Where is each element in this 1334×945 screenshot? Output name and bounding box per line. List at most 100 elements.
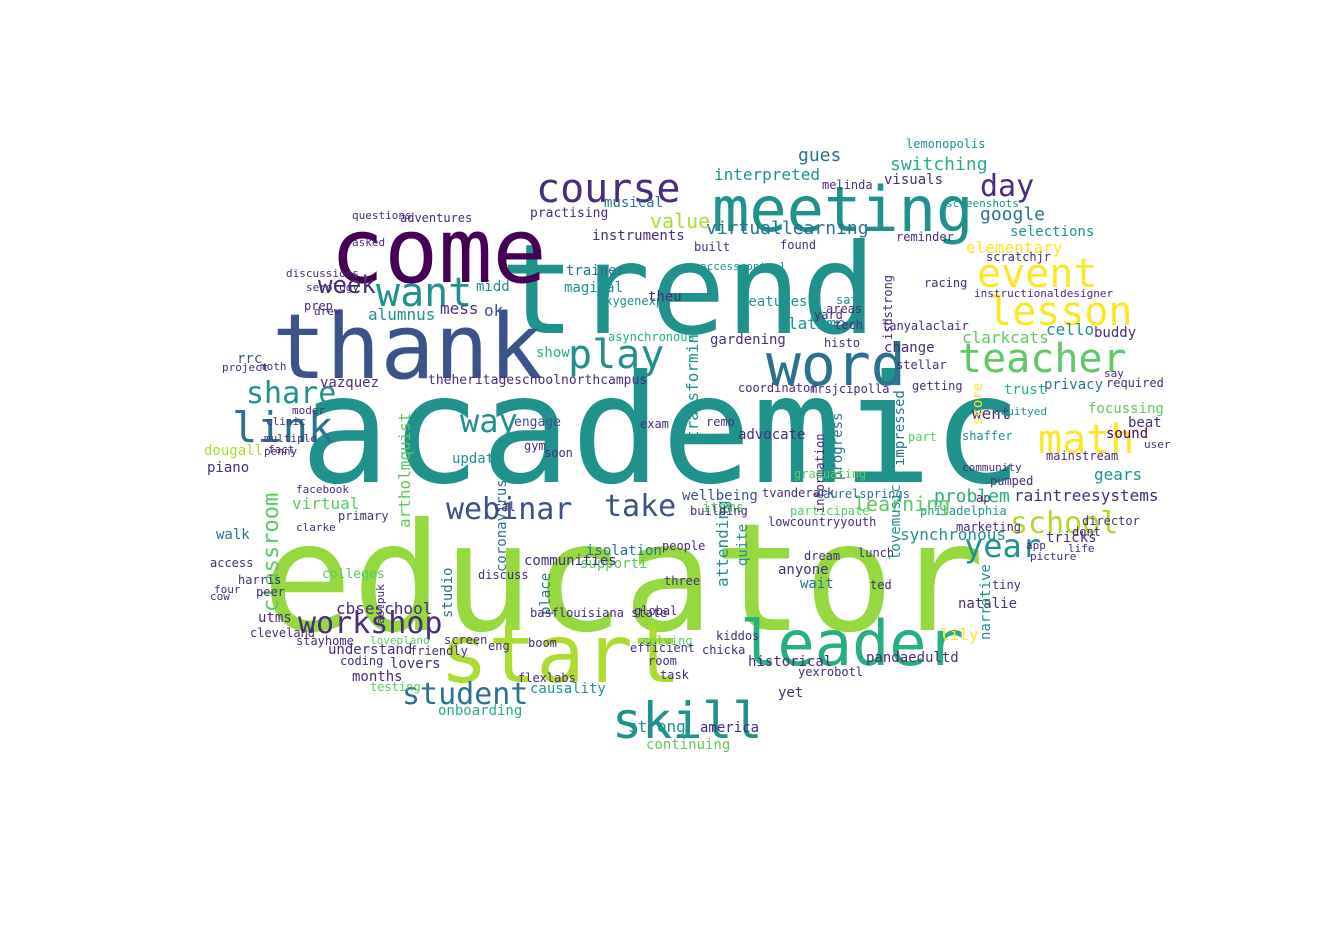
word-moder: moder xyxy=(292,404,325,417)
word-marketing: marketing xyxy=(956,520,1021,534)
word-gym: gym xyxy=(524,439,546,453)
word-found: found xyxy=(780,238,816,252)
word-screenshots: screenshots xyxy=(946,197,1019,210)
word-primary: primary xyxy=(338,509,389,523)
word-gues: gues xyxy=(798,145,841,166)
word-alumnus: alumnus xyxy=(368,305,435,324)
word-walk: walk xyxy=(216,527,250,543)
word-buddy: buddy xyxy=(1094,325,1136,341)
word-trainer: trainer xyxy=(566,263,625,279)
word-lunch: lunch xyxy=(858,546,894,560)
word-dougall: dougall xyxy=(204,443,263,459)
word-flexlabs: flexlabs xyxy=(518,671,576,685)
word-coronavirus: coronavirus xyxy=(494,479,510,572)
word-theu: theu xyxy=(648,289,682,305)
word-prep: prep xyxy=(304,299,333,313)
word-remo: remo xyxy=(706,415,735,429)
word-discuss: discuss xyxy=(478,568,529,582)
word-show: show xyxy=(536,345,570,361)
word-graduating: graduating xyxy=(794,467,866,481)
word-cow: cow xyxy=(210,590,230,603)
word-sound: sound xyxy=(1106,426,1148,442)
word-moth: moth xyxy=(260,360,287,373)
word-privacy: privacy xyxy=(1044,377,1103,393)
word-gardening: gardening xyxy=(710,332,786,348)
word-lovers: lovers xyxy=(390,656,441,672)
word-user: user xyxy=(1144,438,1171,451)
word-questions: questions xyxy=(352,209,412,222)
word-exam: exam xyxy=(640,417,669,431)
word-histo: histo xyxy=(824,336,860,350)
word-cloud: academiceducatortrendcomethankstartmeeti… xyxy=(204,137,1171,753)
word-soon: soon xyxy=(544,446,573,460)
word-chicka: chicka xyxy=(702,643,745,657)
word-artholmquist: artholmquist xyxy=(395,412,414,528)
word-midd: midd xyxy=(476,279,510,295)
word-ted: ted xyxy=(870,578,892,592)
word-coding: coding xyxy=(340,654,383,668)
word-update: update xyxy=(452,451,503,467)
word-virtuallearning: virtuallearning xyxy=(706,218,869,239)
word-change: change xyxy=(884,340,935,356)
word-score: score xyxy=(970,383,986,425)
word-ok: ok xyxy=(484,301,504,320)
word-loveplano: loveplano xyxy=(370,634,430,647)
word-cal: cal xyxy=(494,500,516,514)
word-tiny: tiny xyxy=(992,578,1021,592)
word-communities: communities xyxy=(524,553,617,569)
word-building: building xyxy=(690,504,748,518)
word-stayhome: stayhome xyxy=(296,634,354,648)
word-equityed: equityed xyxy=(994,405,1047,418)
word-reminder: reminder xyxy=(896,230,954,244)
word-say: say xyxy=(1104,367,1124,380)
word-studio: studio xyxy=(440,567,456,618)
word-piano: piano xyxy=(207,460,249,476)
word-stellar: stellar xyxy=(896,358,947,372)
word-laurelsprings: laurelsprings xyxy=(816,487,910,501)
word-kiddos: kiddos xyxy=(716,629,759,643)
word-way: way xyxy=(460,402,518,440)
word-mainstream: mainstream xyxy=(1046,449,1118,463)
word-utms: utms xyxy=(258,610,292,626)
word-mess: mess xyxy=(440,299,479,318)
word-visuals: visuals xyxy=(884,172,943,188)
word-peer: peer xyxy=(256,585,285,599)
word-accesscontrol: accesscontrol xyxy=(700,260,786,273)
word-asked: asked xyxy=(352,236,385,249)
word-yet: yet xyxy=(778,685,803,701)
word-asynchronous: asynchronous xyxy=(608,330,695,344)
word-practising: practising xyxy=(530,206,608,221)
word-access: access xyxy=(210,556,253,570)
word-wait: wait xyxy=(800,576,834,592)
word-tanyalaclair: tanyalaclair xyxy=(882,319,969,333)
word-gears: gears xyxy=(1094,465,1142,484)
word-features: features xyxy=(740,294,807,310)
word-yexrobotl: yexrobotl xyxy=(798,665,863,679)
word-cloud-canvas: academic educator trend come thank start meeti… xyxy=(0,0,1334,945)
word-director: director xyxy=(1082,514,1140,528)
word-fact: fact xyxy=(268,443,295,456)
word-serology: serology xyxy=(306,281,359,294)
word-part: part xyxy=(908,430,937,444)
word-screen: screen xyxy=(444,633,487,647)
word-clarke: clarke xyxy=(296,521,336,534)
word-interpreted: interpreted xyxy=(714,165,820,184)
word-america: america xyxy=(700,720,759,736)
word-cello: cello xyxy=(1046,320,1094,339)
word-boom: boom xyxy=(528,636,557,650)
word-yard: yard xyxy=(814,308,843,322)
word-pandaedultd: pandaedultd xyxy=(866,650,959,666)
word-pumped: pumped xyxy=(990,474,1033,488)
word-room: room xyxy=(648,654,677,668)
word-colleges: colleges xyxy=(322,567,385,582)
word-shaffer: shaffer xyxy=(962,429,1013,443)
word-selections: selections xyxy=(1010,224,1094,240)
word-strong: strong xyxy=(628,717,686,736)
word-aelpuk: aelpuk xyxy=(374,584,387,624)
word-continuing: continuing xyxy=(646,737,730,753)
word-scratchjr: scratchjr xyxy=(986,250,1051,264)
word-quite: quite xyxy=(735,524,751,566)
word-vazquez: vazquez xyxy=(320,375,379,391)
word-raintreesystems: raintreesystems xyxy=(1014,486,1159,505)
word-mrsjcipolla: mrsjcipolla xyxy=(810,382,889,396)
